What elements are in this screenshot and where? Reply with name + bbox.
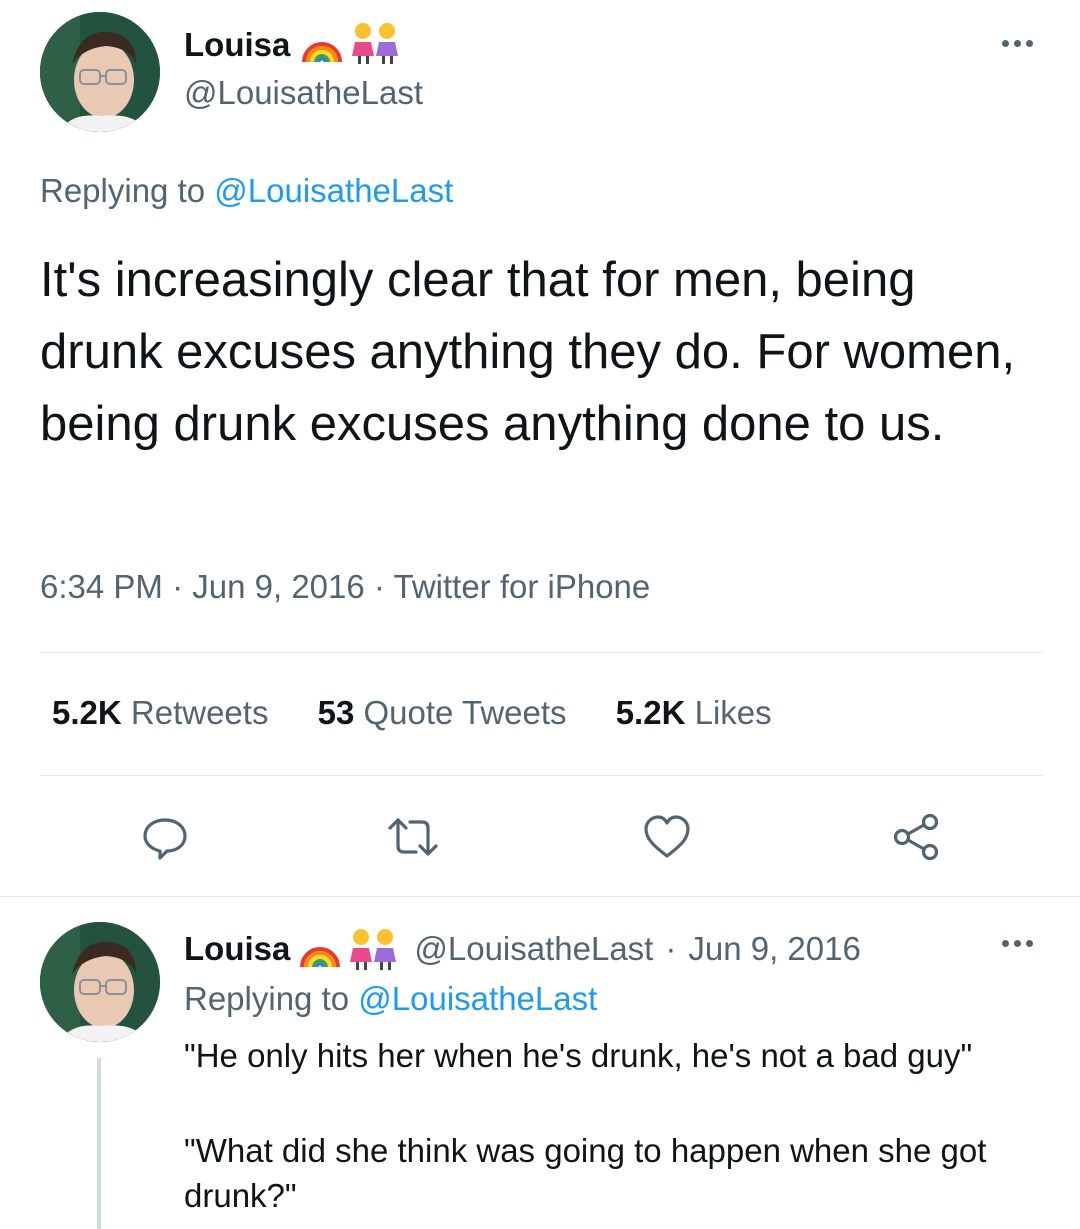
likes-label: Likes [694,694,772,731]
more-options-icon[interactable] [1002,40,1033,47]
rainbow-emoji [300,22,344,66]
retweets-stat[interactable]: 5.2K Retweets [52,694,278,731]
tweet-date[interactable]: Jun 9, 2016 [192,568,364,605]
tweet-meta: 6:34 PM · Jun 9, 2016 · Twitter for iPho… [40,568,650,606]
author-name[interactable]: Louisa [184,26,290,64]
likes-stat[interactable]: 5.2K Likes [616,694,772,731]
reply-text-line2: "What did she think was going to happen … [184,1132,987,1214]
like-icon[interactable] [642,812,692,862]
meta-separator: · [373,568,385,605]
rainbow-emoji [298,927,342,971]
reply-replying-to: Replying to @LouisatheLast [184,980,597,1018]
retweets-count: 5.2K [52,694,122,731]
likes-count: 5.2K [615,694,686,731]
replying-to: Replying to @LouisatheLast [40,172,453,210]
share-icon[interactable] [890,812,942,862]
retweet-icon[interactable] [386,812,440,862]
quote-tweets-stat[interactable]: 53 Quote Tweets [318,694,576,731]
tweet-text: It's increasingly clear that for men, be… [40,253,1016,451]
two-women-emoji [346,20,404,66]
quote-tweets-count: 53 [317,694,355,731]
avatar-photo [40,922,160,1042]
reply-author-name[interactable]: Louisa [184,930,290,968]
reply-icon[interactable] [140,812,190,862]
author-avatar[interactable] [40,12,160,132]
quote-tweets-label: Quote Tweets [363,694,567,731]
tweet-stats: 5.2K Retweets 53 Quote Tweets 5.2K Likes [52,694,772,732]
author-handle[interactable]: @LouisatheLast [184,74,423,112]
meta-separator: · [172,568,184,605]
two-women-emoji [344,926,402,972]
reply-author-handle[interactable]: @LouisatheLast [414,930,653,968]
meta-separator: · [665,930,677,967]
retweets-label: Retweets [130,694,269,731]
replying-handle-link[interactable]: @LouisatheLast [358,980,597,1017]
reply-author-avatar[interactable] [40,922,160,1042]
divider [40,775,1043,776]
replying-label: Replying to [184,980,350,1017]
reply-text-line1: "He only hits her when he's drunk, he's … [184,1037,973,1074]
reply-date[interactable]: Jun 9, 2016 [688,930,860,968]
reply-more-options-icon[interactable] [1002,940,1033,947]
thread-line [97,1058,101,1229]
reply-header: Louisa @LouisatheLast · Jun 9, 2016 [184,926,861,972]
avatar-photo [40,12,160,132]
replying-handle-link[interactable]: @LouisatheLast [214,172,453,209]
tweet-source[interactable]: Twitter for iPhone [393,568,650,605]
divider [40,652,1043,653]
divider [0,896,1080,897]
tweet-time[interactable]: 6:34 PM [40,568,163,605]
replying-label: Replying to [40,172,206,209]
